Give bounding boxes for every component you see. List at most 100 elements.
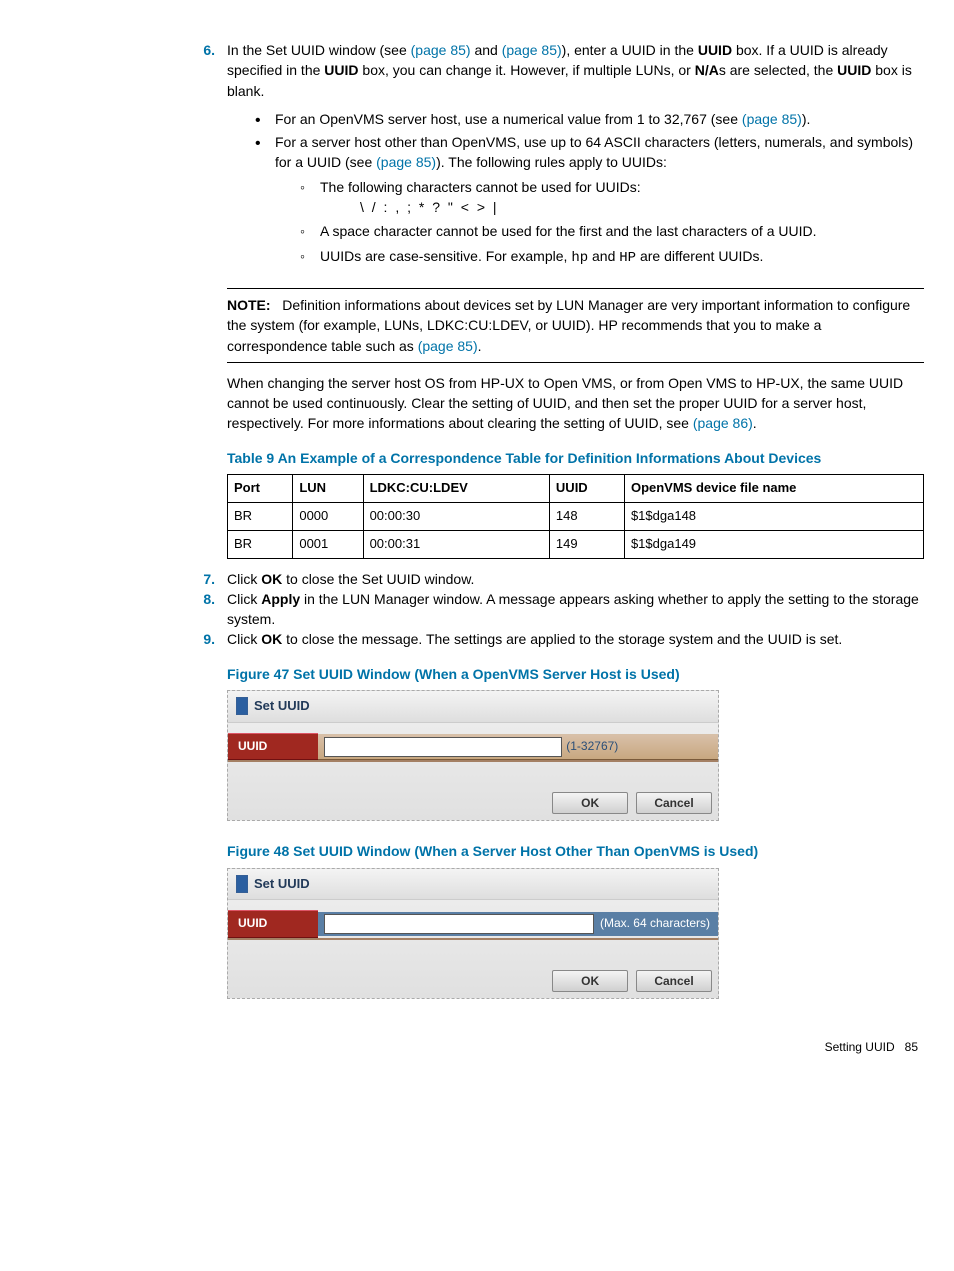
dialog-icon (236, 697, 248, 715)
uuid-label: UUID (324, 62, 358, 78)
note-section: NOTE: Definition informations about devi… (227, 288, 924, 559)
uuid-field-label: UUID (228, 910, 318, 937)
cell-port: BR (228, 530, 293, 558)
ok-button[interactable]: OK (552, 792, 628, 814)
text: to close the message. The settings are a… (282, 631, 842, 647)
cell-ldkc: 00:00:31 (363, 530, 549, 558)
uuid-row: UUID (1-32767) (228, 733, 718, 762)
correspondence-table: Port LUN LDKC:CU:LDEV UUID OpenVMS devic… (227, 474, 924, 559)
text: are different UUIDs. (636, 248, 763, 264)
note-block: NOTE: Definition informations about devi… (227, 288, 924, 363)
note-text: Definition informations about devices se… (227, 297, 910, 354)
uuid-hint: (1-32767) (566, 738, 618, 755)
text: ), enter a UUID in the (562, 42, 698, 58)
th-uuid: UUID (549, 475, 624, 503)
ok-label: OK (261, 631, 282, 647)
text: to close the Set UUID window. (282, 571, 474, 587)
document-body: 6. In the Set UUID window (see (page 85)… (30, 40, 924, 1056)
step-number: 6. (185, 40, 215, 276)
page-footer: Setting UUID 85 (30, 1039, 924, 1056)
footer-text: Setting UUID (825, 1040, 895, 1054)
figure-48-caption: Figure 48 Set UUID Window (When a Server… (227, 841, 924, 861)
cancel-button[interactable]: Cancel (636, 970, 712, 992)
cell-ovms: $1$dga148 (624, 502, 923, 530)
text: UUIDs are case-sensitive. For example, (320, 248, 571, 264)
table-caption: Table 9 An Example of a Correspondence T… (227, 448, 924, 468)
dialog-buttons: OK Cancel (228, 762, 718, 820)
step-9-body: Click OK to close the message. The setti… (227, 629, 924, 649)
dialog-title: Set UUID (254, 875, 310, 894)
cell-port: BR (228, 502, 293, 530)
uuid-hint: (Max. 64 characters) (598, 915, 712, 932)
input-area: (Max. 64 characters) (318, 912, 718, 936)
mono-HP: HP (619, 250, 636, 266)
text: in the LUN Manager window. A message app… (227, 591, 919, 627)
text: The following characters cannot be used … (320, 179, 641, 195)
page-link[interactable]: (page 85) (376, 154, 436, 170)
ok-label: OK (261, 571, 282, 587)
cell-uuid: 149 (549, 530, 624, 558)
step-7-body: Click OK to close the Set UUID window. (227, 569, 924, 589)
text: Click (227, 631, 261, 647)
rule-space: A space character cannot be used for the… (300, 221, 924, 241)
uuid-field-label: UUID (228, 733, 318, 760)
text: Click (227, 571, 261, 587)
text: ). The following rules apply to UUIDs: (436, 154, 667, 170)
cell-lun: 0001 (293, 530, 363, 558)
text: and (588, 248, 619, 264)
cancel-button[interactable]: Cancel (636, 792, 712, 814)
mono-hp: hp (571, 250, 588, 266)
th-lun: LUN (293, 475, 363, 503)
text: In the Set UUID window (see (227, 42, 411, 58)
uuid-input[interactable] (324, 914, 594, 934)
rules-list: The following characters cannot be used … (275, 177, 924, 268)
step-6-body: In the Set UUID window (see (page 85) an… (227, 40, 924, 276)
bullet-other: For a server host other than OpenVMS, us… (255, 132, 924, 268)
uuid-row: UUID (Max. 64 characters) (228, 910, 718, 939)
uuid-input[interactable] (324, 737, 562, 757)
page-link[interactable]: (page 85) (411, 42, 471, 58)
cell-uuid: 148 (549, 502, 624, 530)
text: ). (802, 111, 811, 127)
step-7: 7. Click OK to close the Set UUID window… (185, 569, 924, 589)
page-link[interactable]: (page 85) (742, 111, 802, 127)
text: box, you can change it. However, if mult… (359, 62, 695, 78)
step-number: 8. (185, 589, 215, 630)
figure-47-section: Figure 47 Set UUID Window (When a OpenVM… (227, 664, 924, 999)
step-6-bullets: For an OpenVMS server host, use a numeri… (227, 109, 924, 268)
step-number: 7. (185, 569, 215, 589)
dialog-icon (236, 875, 248, 893)
text: . (753, 415, 757, 431)
figure-47-caption: Figure 47 Set UUID Window (When a OpenVM… (227, 664, 924, 684)
apply-label: Apply (261, 591, 300, 607)
na-label: N/A (695, 62, 719, 78)
input-area: (1-32767) (318, 734, 718, 760)
forbidden-chars: \ / : , ; * ? " < > | (320, 197, 924, 217)
text: When changing the server host OS from HP… (227, 375, 903, 432)
set-uuid-dialog-openvms: Set UUID UUID (1-32767) OK Cancel (227, 690, 719, 821)
ok-button[interactable]: OK (552, 970, 628, 992)
text: and (471, 42, 502, 58)
cell-ovms: $1$dga149 (624, 530, 923, 558)
step-8-body: Click Apply in the LUN Manager window. A… (227, 589, 924, 630)
page-link[interactable]: (page 85) (502, 42, 562, 58)
page-link[interactable]: (page 86) (693, 415, 753, 431)
page-number: 85 (905, 1040, 918, 1054)
rule-case: UUIDs are case-sensitive. For example, h… (300, 246, 924, 268)
note-label: NOTE: (227, 297, 271, 313)
th-port: Port (228, 475, 293, 503)
bullet-openvms: For an OpenVMS server host, use a numeri… (255, 109, 924, 129)
page-link[interactable]: (page 85) (418, 338, 478, 354)
step-8: 8. Click Apply in the LUN Manager window… (185, 589, 924, 630)
cell-ldkc: 00:00:30 (363, 502, 549, 530)
dialog-buttons: OK Cancel (228, 940, 718, 998)
dialog-title: Set UUID (254, 697, 310, 716)
text: For an OpenVMS server host, use a numeri… (275, 111, 742, 127)
para-os-change: When changing the server host OS from HP… (227, 373, 924, 434)
cell-lun: 0000 (293, 502, 363, 530)
step-number: 9. (185, 629, 215, 649)
step-9: 9. Click OK to close the message. The se… (185, 629, 924, 649)
th-ldkc: LDKC:CU:LDEV (363, 475, 549, 503)
set-uuid-dialog-other: Set UUID UUID (Max. 64 characters) OK Ca… (227, 868, 719, 999)
text: . (478, 338, 482, 354)
